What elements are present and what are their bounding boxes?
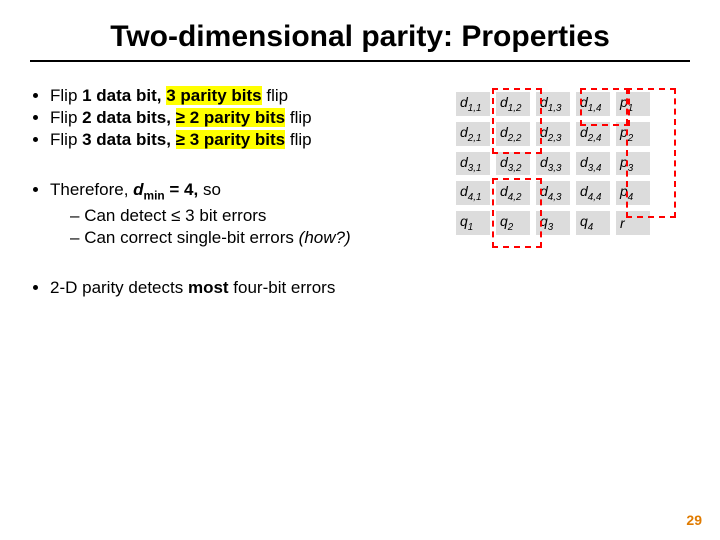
parity-diagram: d1,1d1,2d1,3d1,4p1d2,1d2,2d2,3d2,4p2d3,1… <box>450 86 690 266</box>
bullet-3: Flip 3 data bits, ≥ 3 parity bits flip <box>50 130 430 150</box>
parity-cell: d3,4 <box>576 152 610 176</box>
bullet-group-2: Therefore, dmin = 4, so Can detect ≤ 3 b… <box>30 180 430 248</box>
sub-bullet-2: Can correct single-bit errors (how?) <box>70 228 430 248</box>
text: flip <box>262 86 288 105</box>
text: 2-D parity detects <box>50 278 188 297</box>
text: min <box>144 188 165 202</box>
bullet-group-1: Flip 1 data bit, 3 parity bits flip Flip… <box>30 86 430 150</box>
sub-bullet-list: Can detect ≤ 3 bit errors Can correct si… <box>50 206 430 248</box>
parity-cell: d1,1 <box>456 92 490 116</box>
bullet-2: Flip 2 data bits, ≥ 2 parity bits flip <box>50 108 430 128</box>
text: (how?) <box>299 228 351 247</box>
text: flip <box>285 108 311 127</box>
highlight-box <box>492 178 542 248</box>
text: 1 data bit, <box>82 86 166 105</box>
parity-cell: d4,1 <box>456 181 490 205</box>
text: four-bit errors <box>229 278 336 297</box>
highlight-text: 3 parity bits <box>166 86 261 105</box>
parity-cell: q1 <box>456 211 490 235</box>
text: so <box>198 180 221 199</box>
bullet-column: Flip 1 data bit, 3 parity bits flip Flip… <box>30 82 430 314</box>
text: Flip <box>50 108 82 127</box>
text: flip <box>285 130 311 149</box>
page-number: 29 <box>686 512 702 528</box>
text: Can correct single-bit errors <box>84 228 298 247</box>
bullet-group-3: 2-D parity detects most four-bit errors <box>30 278 430 298</box>
parity-cell: d3,3 <box>536 152 570 176</box>
highlight-box <box>626 88 676 218</box>
text: = 4, <box>165 180 199 199</box>
highlight-box <box>580 88 630 126</box>
text: most <box>188 278 229 297</box>
text: Flip <box>50 130 82 149</box>
slide-title: Two-dimensional parity: Properties <box>30 20 690 62</box>
highlight-text: ≥ 3 parity bits <box>176 130 285 149</box>
highlight-text: ≥ 2 parity bits <box>176 108 285 127</box>
parity-cell: d4,4 <box>576 181 610 205</box>
parity-cell: d3,2 <box>496 152 530 176</box>
text: 3 data bits, <box>82 130 176 149</box>
parity-cell: d2,1 <box>456 122 490 146</box>
parity-cell: d3,1 <box>456 152 490 176</box>
text: Therefore, <box>50 180 133 199</box>
highlight-box <box>492 88 542 154</box>
bullet-1: Flip 1 data bit, 3 parity bits flip <box>50 86 430 106</box>
sub-bullet-1: Can detect ≤ 3 bit errors <box>70 206 430 226</box>
text: 2 data bits, <box>82 108 176 127</box>
bullet-4bit: 2-D parity detects most four-bit errors <box>50 278 430 298</box>
bullet-dmin: Therefore, dmin = 4, so Can detect ≤ 3 b… <box>50 180 430 248</box>
text: d <box>133 180 143 199</box>
text: Flip <box>50 86 82 105</box>
parity-cell: q4 <box>576 211 610 235</box>
